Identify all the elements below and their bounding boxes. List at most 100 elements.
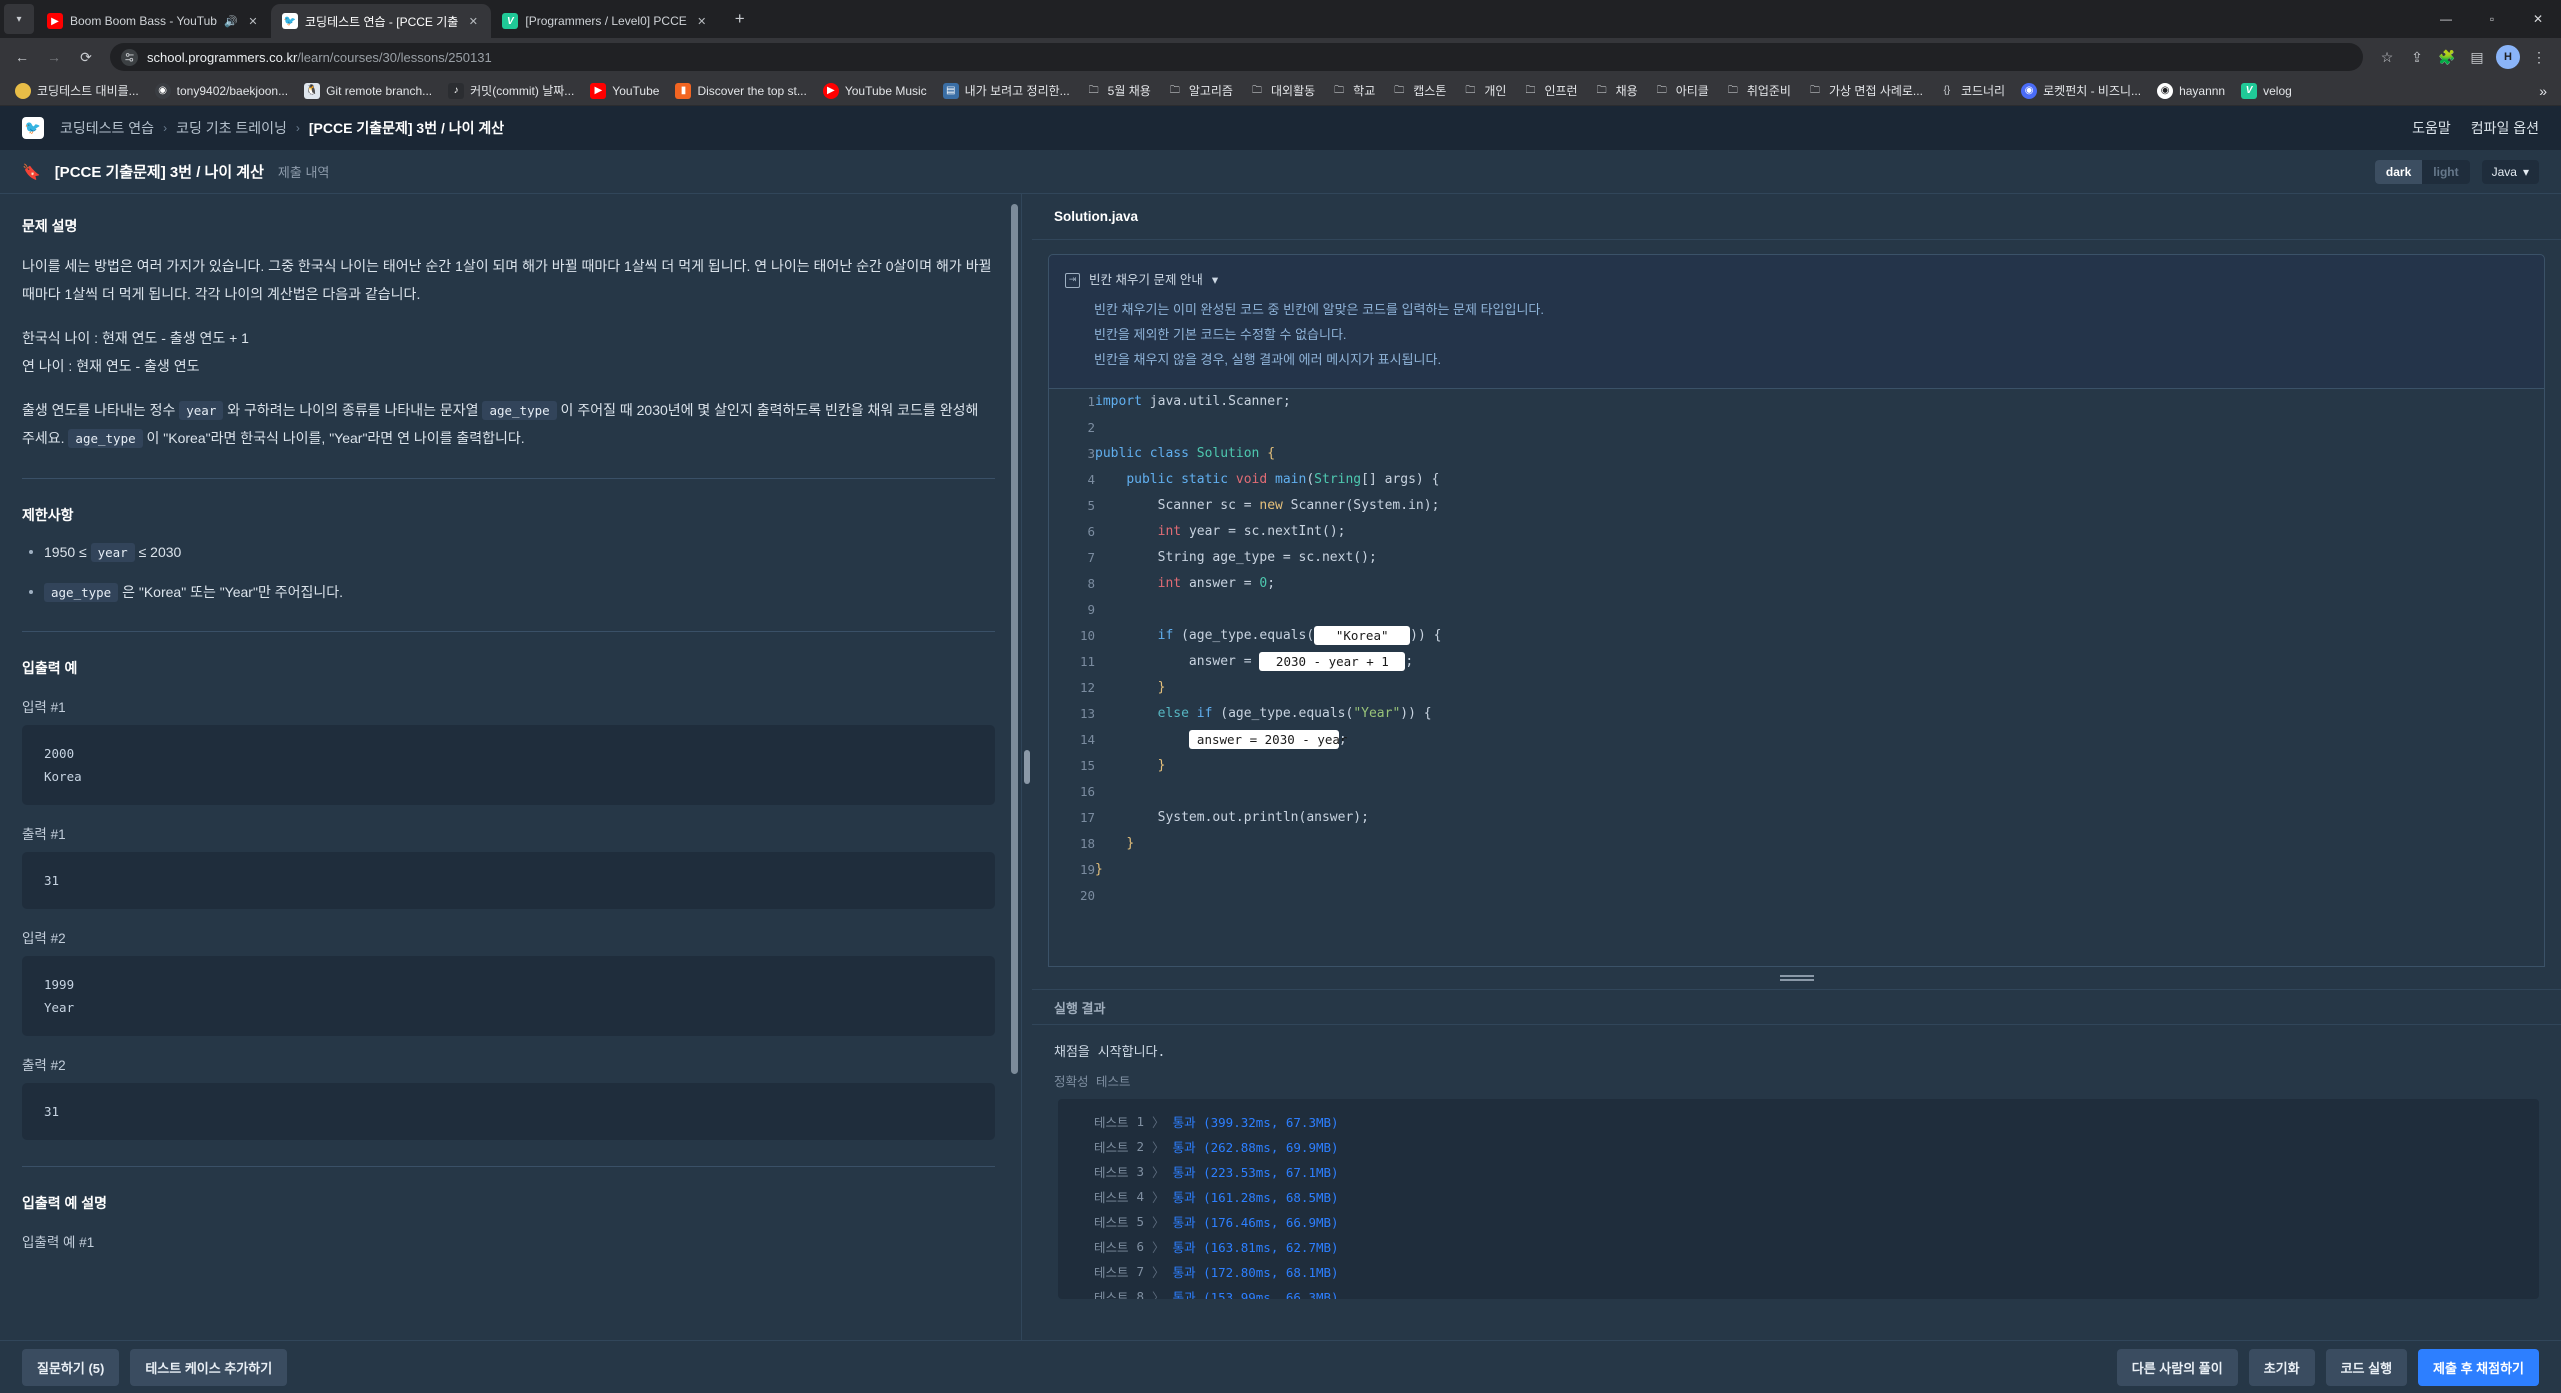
bookmark-item[interactable]: {} 코드너리 (1932, 79, 2012, 102)
share-icon[interactable]: ⇪ (2403, 43, 2431, 71)
address-bar[interactable]: school.programmers.co.kr/learn/courses/3… (110, 43, 2363, 71)
code-text[interactable]: public static void main(String[] args) { (1095, 467, 2544, 493)
add-testcase-button[interactable]: 테스트 케이스 추가하기 (130, 1348, 288, 1386)
code-text[interactable]: } (1095, 831, 2544, 857)
compile-options-link[interactable]: 컴파일 옵션 (2471, 118, 2539, 138)
code-text[interactable]: int answer = 0; (1095, 571, 2544, 597)
code-text[interactable]: public class Solution { (1095, 441, 2544, 467)
bookmark-item[interactable]: ◉ 로켓펀치 - 비즈니... (2014, 79, 2148, 102)
problem-scrollbar[interactable] (1011, 204, 1018, 1074)
forward-icon[interactable]: → (40, 43, 68, 71)
bookmark-item[interactable]: ▮ Discover the top st... (668, 80, 813, 102)
bookmark-item[interactable]: 🐧 Git remote branch... (297, 80, 439, 102)
bookmark-item[interactable]: ▶ YouTube (583, 80, 666, 102)
bookmark-flag-icon[interactable]: 🔖 (22, 163, 41, 181)
run-code-button[interactable]: 코드 실행 (2325, 1348, 2408, 1386)
code-text[interactable]: if (age_type.equals("Korea")) { (1095, 623, 2544, 649)
theme-dark-option[interactable]: dark (2374, 159, 2423, 184)
bookmark-folder[interactable]: 🗀 인프런 (1515, 79, 1584, 102)
code-text[interactable]: } (1095, 753, 2544, 779)
avatar[interactable]: H (2496, 45, 2520, 69)
split-view-icon[interactable]: ▤ (2463, 43, 2491, 71)
tab-search-button[interactable]: ▾ (4, 4, 34, 34)
code-text[interactable] (1095, 883, 2544, 909)
bookmark-folder[interactable]: 🗀 대외활동 (1242, 79, 1322, 102)
reset-button[interactable]: 초기화 (2248, 1348, 2315, 1386)
splitter-handle[interactable] (1024, 750, 1030, 784)
code-text[interactable]: int year = sc.nextInt(); (1095, 519, 2544, 545)
theme-toggle[interactable]: dark light (2374, 159, 2470, 184)
others-solution-button[interactable]: 다른 사람의 풀이 (2116, 1348, 2238, 1386)
programmers-logo[interactable]: 🐦 (22, 117, 44, 139)
bookmark-folder[interactable]: 🗀 알고리즘 (1160, 79, 1240, 102)
close-icon[interactable]: ✕ (245, 13, 261, 29)
code-text[interactable]: Scanner sc = new Scanner(System.in); (1095, 493, 2544, 519)
bookmark-folder[interactable]: 🗀 아티클 (1647, 79, 1716, 102)
reload-icon[interactable]: ⟳ (72, 43, 100, 71)
code-text[interactable]: } (1095, 675, 2544, 701)
close-icon[interactable]: ✕ (465, 13, 481, 29)
fill-blank-notice: ⇥ 빈칸 채우기 문제 안내 ▾ 빈칸 채우기는 이미 완성된 코드 중 빈칸에… (1048, 254, 2545, 389)
vertical-splitter[interactable] (1022, 194, 1032, 1340)
bookmark-item[interactable]: ▶ YouTube Music (816, 80, 934, 102)
code-text[interactable]: import java.util.Scanner; (1095, 389, 2544, 415)
theme-light-option[interactable]: light (2422, 160, 2469, 184)
bookmark-folder[interactable]: 🗀 가상 면접 사례로... (1800, 79, 1930, 102)
browser-tab-1[interactable]: ▶ Boom Boom Bass - YouTub 🔊 ✕ (36, 4, 271, 38)
bookmark-folder[interactable]: 🗀 개인 (1455, 79, 1513, 102)
bookmark-folder[interactable]: 🗀 캡스톤 (1384, 79, 1453, 102)
bookmark-label: Git remote branch... (326, 83, 433, 98)
code-text[interactable]: else if (age_type.equals("Year")) { (1095, 701, 2544, 727)
code-editor[interactable]: 1 import java.util.Scanner; 2 3 public cla… (1048, 388, 2545, 967)
ask-question-button[interactable]: 질문하기 (5) (22, 1348, 120, 1386)
horizontal-splitter[interactable] (1032, 967, 2561, 989)
bookmark-folder[interactable]: 🗀 5월 채용 (1079, 79, 1158, 102)
minimize-icon[interactable]: — (2423, 0, 2469, 38)
language-select[interactable]: Java ▾ (2481, 159, 2539, 184)
bookmarks-overflow-icon[interactable]: » (2533, 83, 2553, 99)
code-text[interactable]: } (1095, 857, 2544, 883)
bookmark-star-icon[interactable]: ☆ (2373, 43, 2401, 71)
problem-paragraph-2: 출생 연도를 나타내는 정수 year 와 구하려는 나이의 종류를 나타내는 … (22, 396, 995, 452)
speaker-icon[interactable]: 🔊 (224, 15, 238, 28)
notice-title-row[interactable]: ⇥ 빈칸 채우기 문제 안내 ▾ (1065, 268, 2528, 292)
bookmark-item[interactable]: ▤ 내가 보려고 정리한... (936, 79, 1077, 102)
new-tab-button[interactable]: + (726, 5, 754, 33)
blank-input-1[interactable]: "Korea" (1314, 626, 1411, 646)
help-link[interactable]: 도움말 (2412, 118, 2451, 138)
breadcrumb-item-1[interactable]: 코딩테스트 연습 (60, 118, 154, 138)
bookmark-item[interactable]: 코딩테스트 대비를... (8, 79, 146, 102)
code-text[interactable] (1095, 779, 2544, 805)
code-line: 20 (1049, 883, 2544, 909)
close-window-icon[interactable]: ✕ (2515, 0, 2561, 38)
code-text[interactable]: answer = 2030 - year + 1; (1095, 649, 2544, 675)
splitter-handle[interactable] (1779, 975, 1814, 981)
breadcrumb-item-2[interactable]: 코딩 기초 트레이닝 (176, 118, 287, 138)
code-text[interactable]: System.out.println(answer); (1095, 805, 2544, 831)
menu-icon[interactable]: ⋮ (2525, 43, 2553, 71)
close-icon[interactable]: ✕ (694, 13, 710, 29)
maximize-icon[interactable]: ▫ (2469, 0, 2515, 38)
code-text[interactable]: String age_type = sc.next(); (1095, 545, 2544, 571)
blank-input-3[interactable]: answer = 2030 - year (1188, 730, 1347, 750)
back-icon[interactable]: ← (8, 43, 36, 71)
site-settings-icon[interactable] (121, 48, 138, 66)
tab-submission-history[interactable]: 제출 내역 (278, 162, 329, 181)
extensions-icon[interactable]: 🧩 (2433, 43, 2461, 71)
browser-tab-2[interactable]: 🐦 코딩테스트 연습 - [PCCE 기출 ✕ (270, 4, 492, 38)
bookmark-item[interactable]: ♪ 커밋(commit) 날짜... (441, 79, 581, 102)
bookmark-item[interactable]: Vvelog (2234, 80, 2299, 102)
breadcrumb-item-3: [PCCE 기출문제] 3번 / 나이 계산 (308, 120, 505, 136)
bookmark-item[interactable]: ◉ hayannn (2150, 80, 2232, 102)
code-text[interactable]: answer = 2030 - year; (1095, 727, 2544, 753)
bookmark-folder[interactable]: 🗀 취업준비 (1718, 79, 1798, 102)
bookmark-folder[interactable]: 🗀 학교 (1324, 79, 1382, 102)
blank-input-2[interactable]: 2030 - year + 1 (1259, 652, 1406, 672)
bookmark-item[interactable]: ◉ tony9402/baekjoon... (148, 80, 295, 102)
code-text[interactable] (1095, 597, 2544, 623)
submit-button[interactable]: 제출 후 채점하기 (2418, 1348, 2539, 1386)
code-text[interactable] (1095, 415, 2544, 441)
browser-tab-3[interactable]: V [Programmers / Level0] PCCE ✕ (491, 4, 719, 38)
bookmark-folder[interactable]: 🗀 채용 (1587, 79, 1645, 102)
chevron-down-icon[interactable]: ▾ (1212, 268, 1218, 292)
